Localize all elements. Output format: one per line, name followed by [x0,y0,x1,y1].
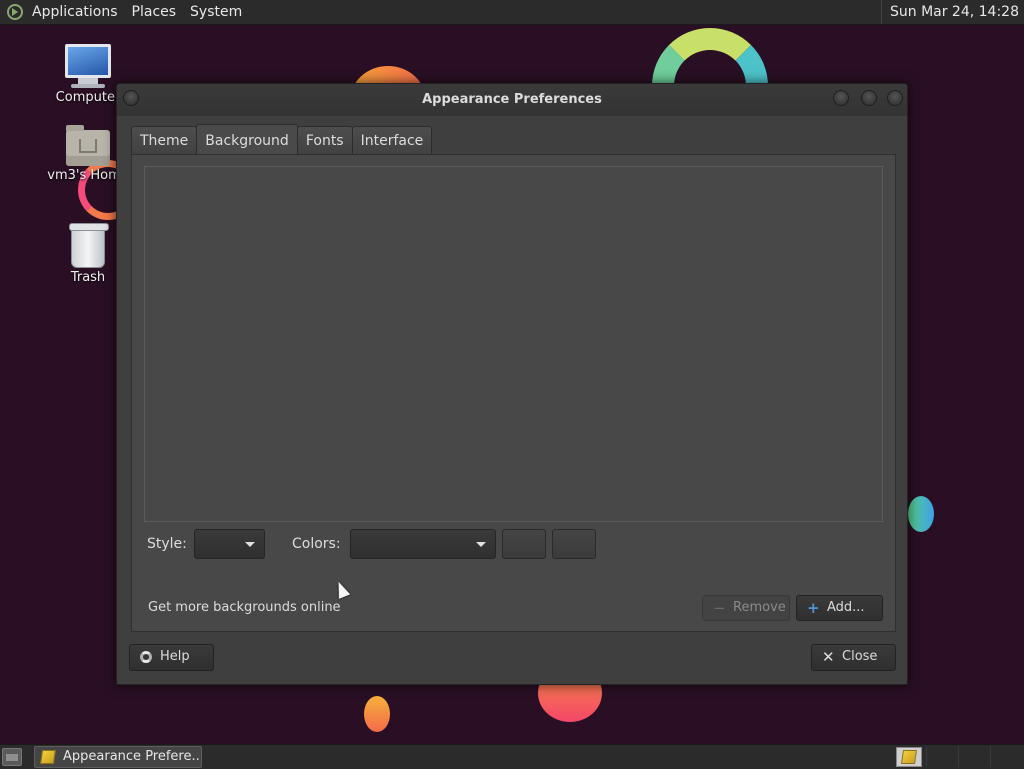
taskbar-window-label: Appearance Prefere... [63,749,202,764]
tab-background[interactable]: Background [196,124,298,154]
appearance-app-icon [40,750,56,764]
add-button-label: Add... [827,600,865,615]
style-dropdown[interactable] [194,529,265,559]
workspace-1[interactable] [896,747,922,767]
close-button-label: Close [842,649,878,664]
minimize-button[interactable] [833,90,849,106]
close-button[interactable]: ✕ Close [811,644,896,671]
taskbar-window-button[interactable]: Appearance Prefere... [34,746,202,768]
minus-icon: − [713,599,726,617]
plus-icon: + [807,599,820,617]
colors-dropdown[interactable] [350,529,496,559]
help-button-label: Help [160,649,190,664]
wallpaper-small-shape [364,696,390,732]
close-window-button[interactable] [887,90,903,106]
maximize-button[interactable] [861,90,877,106]
secondary-color-button[interactable] [552,529,596,559]
get-more-backgrounds-link[interactable]: Get more backgrounds online [148,600,341,615]
window-title: Appearance Preferences [422,92,602,107]
wallpaper-blue-shape [908,496,934,532]
bottom-panel: Appearance Prefere... [0,744,1024,769]
chevron-down-icon [476,542,486,547]
applications-menu[interactable]: Applications [25,0,125,24]
system-menu[interactable]: System [183,0,249,24]
places-menu[interactable]: Places [125,0,184,24]
workspace-2[interactable] [926,747,957,767]
help-icon [140,651,152,663]
add-button[interactable]: + Add... [796,595,883,621]
workspace-4[interactable] [990,747,1021,767]
remove-button-label: Remove [733,600,786,615]
tab-interface[interactable]: Interface [351,126,433,154]
computer-icon [65,44,111,78]
help-button[interactable]: Help [129,644,214,671]
appearance-preferences-window: Appearance Preferences Theme Background … [116,83,908,685]
appearance-app-icon [901,750,917,764]
tab-fonts[interactable]: Fonts [296,126,353,154]
chevron-down-icon [245,542,255,547]
workspace-3[interactable] [958,747,989,767]
window-titlebar[interactable]: Appearance Preferences [117,84,907,116]
computer-icon-base [71,84,105,88]
tab-theme[interactable]: Theme [131,126,198,154]
style-label: Style: [147,536,187,552]
background-list[interactable] [144,166,883,522]
primary-color-button[interactable] [502,529,546,559]
top-panel: Applications Places System Sun Mar 24, 1… [0,0,1024,25]
trash-icon [69,223,109,268]
clock[interactable]: Sun Mar 24, 14:28 [880,0,1019,24]
preferences-tabs: Theme Background Fonts Interface [131,124,433,154]
close-icon: ✕ [822,648,835,666]
background-tab-page: Style: Colors: Get more backgrounds onli… [131,154,896,632]
remove-button[interactable]: − Remove [702,595,790,621]
colors-label: Colors: [292,536,341,552]
show-desktop-button[interactable] [2,748,22,766]
distro-logo-icon[interactable] [7,4,23,20]
home-folder-icon [66,125,110,166]
